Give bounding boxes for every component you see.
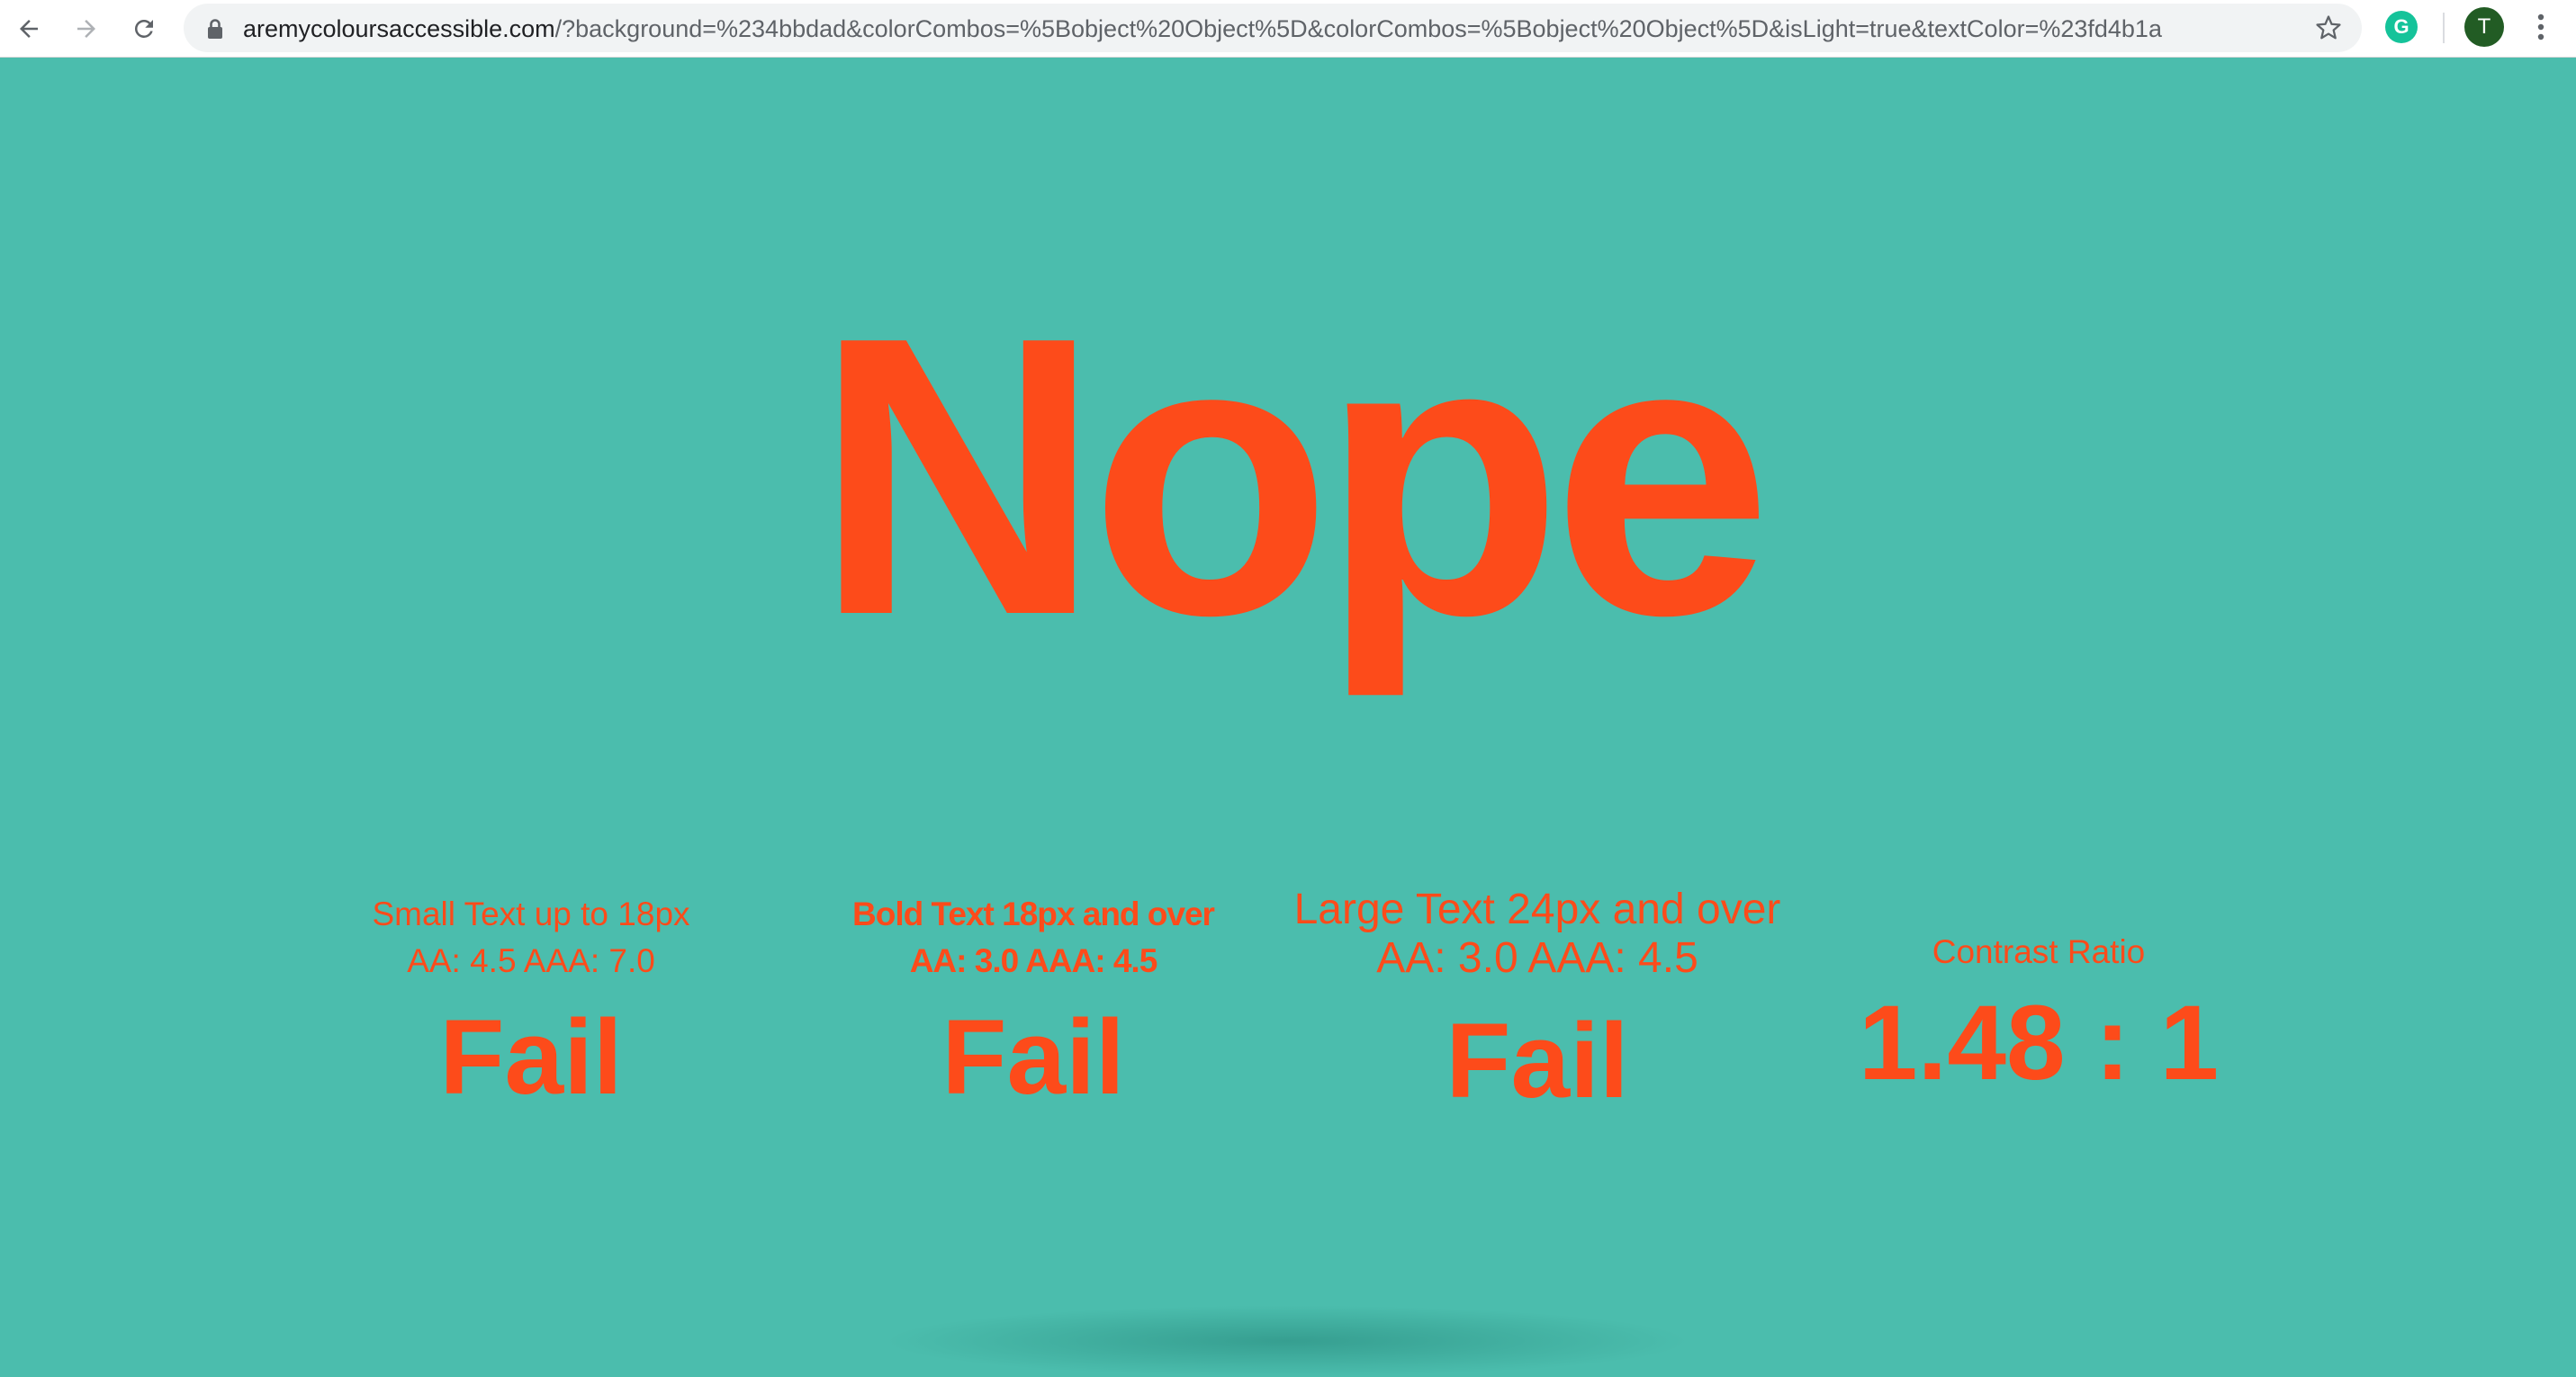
url-text[interactable]: aremycoloursaccessible.com/?background=%… — [243, 15, 2268, 42]
extension-letter: G — [2393, 15, 2409, 38]
result-thresholds: AA: 3.0 AAA: 4.5 — [909, 942, 1158, 979]
url-host: aremycoloursaccessible.com — [243, 15, 555, 42]
forward-arrow-icon[interactable] — [65, 7, 108, 50]
result-status: Fail — [439, 998, 623, 1117]
star-icon[interactable] — [2315, 14, 2342, 41]
verdict-heading: Nope — [815, 256, 1772, 698]
grammarly-icon[interactable]: G — [2385, 11, 2418, 43]
result-small-text: Small Text up to 18px AA: 4.5 AAA: 7.0 F… — [261, 891, 801, 1111]
result-thresholds: AA: 4.5 AAA: 7.0 — [407, 942, 655, 979]
result-large-text: Large Text 24px and over AA: 3.0 AAA: 4.… — [1267, 886, 1807, 1120]
address-bar[interactable]: aremycoloursaccessible.com/?background=%… — [184, 4, 2362, 52]
result-status: Fail — [1446, 1002, 1629, 1120]
reload-icon[interactable] — [122, 7, 166, 50]
contrast-ratio: Contrast Ratio 1.48 : 1 — [1769, 891, 2309, 1096]
bottom-shadow — [882, 1305, 1692, 1377]
url-path: /?background=%234bbdad&colorCombos=%5Bob… — [554, 15, 2162, 42]
result-title: Small Text up to 18px — [372, 896, 690, 932]
back-arrow-icon[interactable] — [7, 7, 50, 50]
contrast-ratio-value: 1.48 : 1 — [1858, 984, 2220, 1102]
avatar-letter: T — [2477, 14, 2491, 39]
contrast-ratio-label: Contrast Ratio — [1932, 933, 2146, 970]
result-title: Bold Text 18px and over — [852, 896, 1215, 932]
lock-icon[interactable] — [205, 18, 225, 40]
toolbar-divider — [2443, 13, 2445, 43]
kebab-menu-icon[interactable] — [2527, 9, 2554, 45]
result-bold-text: Bold Text 18px and over AA: 3.0 AAA: 4.5… — [763, 891, 1303, 1111]
avatar[interactable]: T — [2464, 7, 2504, 47]
result-status: Fail — [941, 998, 1125, 1117]
browser-toolbar: aremycoloursaccessible.com/?background=%… — [0, 0, 2576, 58]
